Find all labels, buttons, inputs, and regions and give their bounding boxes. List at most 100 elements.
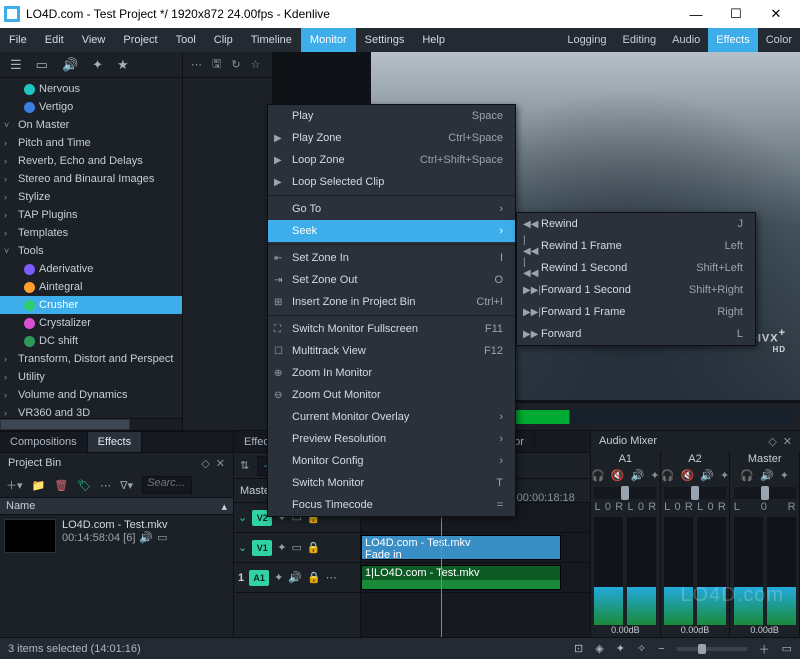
delete-icon[interactable]: 🗑 [54, 479, 68, 492]
save-icon[interactable]: 🖫 [212, 55, 221, 74]
zoom-in-icon[interactable]: ＋ [759, 641, 770, 657]
dots-icon[interactable]: ⋯ [100, 479, 111, 492]
tree-group[interactable]: ›Reverb, Echo and Delays [0, 152, 182, 170]
menu-view[interactable]: View [73, 28, 115, 52]
video-clip[interactable]: LO4D.com - Test.mkvFade in [361, 535, 561, 560]
bin-column-header[interactable]: Name▴ [0, 497, 233, 515]
layout-editing[interactable]: Editing [614, 28, 664, 52]
solo-icon[interactable]: 🔊 [700, 469, 714, 485]
headphone-icon[interactable]: 🎧 [591, 469, 605, 485]
maximize-button[interactable]: ☐ [716, 0, 756, 28]
menu-config[interactable]: Monitor Config› [268, 450, 515, 472]
track-header-a1[interactable]: 1A1✦🔊🔒⋯ [234, 563, 360, 593]
tree-item[interactable]: DC shift [0, 332, 182, 350]
layout-effects[interactable]: Effects [708, 28, 757, 52]
menu-zoom-in[interactable]: ⊕Zoom In Monitor [268, 362, 515, 384]
fit-icon[interactable]: ▭ [782, 642, 792, 655]
menu-fullscreen[interactable]: ⛶Switch Monitor FullscreenF11 [268, 318, 515, 340]
tree-group[interactable]: ›Pitch and Time [0, 134, 182, 152]
mute-icon[interactable]: 🔊 [760, 469, 774, 485]
tree-group[interactable]: ˅On Master [0, 116, 182, 134]
menu-seek[interactable]: Seek› [268, 220, 515, 242]
menu-zoom-out[interactable]: ⊖Zoom Out Monitor [268, 384, 515, 406]
menu-timeline[interactable]: Timeline [242, 28, 301, 52]
pan-slider[interactable] [664, 487, 726, 499]
undock-icon[interactable]: ◇ [201, 457, 209, 470]
wand-icon[interactable]: ✦ [274, 571, 283, 584]
effects-tree[interactable]: Nervous Vertigo ˅On Master ›Pitch and Ti… [0, 78, 182, 418]
tree-item[interactable]: Nervous [0, 80, 182, 98]
seek-fwd-frame[interactable]: ▶▶|Forward 1 FrameRight [517, 301, 755, 323]
tree-group[interactable]: ›Utility [0, 368, 182, 386]
tree-group-tools[interactable]: ˅Tools [0, 242, 182, 260]
tab-compositions[interactable]: Compositions [0, 432, 88, 452]
layout-audio[interactable]: Audio [664, 28, 708, 52]
menu-focus-tc[interactable]: Focus Timecode= [268, 494, 515, 516]
add-icon[interactable]: ＋▾ [6, 477, 23, 493]
list-icon[interactable]: ☰ [10, 57, 22, 73]
zoom-slider[interactable] [677, 647, 747, 651]
tree-item[interactable]: Aintegral [0, 278, 182, 296]
tab-effects[interactable]: Effects [88, 432, 142, 452]
menu-file[interactable]: File [0, 28, 36, 52]
menu-play[interactable]: PlaySpace [268, 105, 515, 127]
tree-group[interactable]: ›Stereo and Binaural Images [0, 170, 182, 188]
marker-icon[interactable]: ✦ [616, 642, 625, 655]
tree-item[interactable]: Vertigo [0, 98, 182, 116]
lock-icon[interactable]: ✧ [637, 642, 646, 655]
filter-icon[interactable]: ∇▾ [120, 479, 133, 492]
undock-icon[interactable]: ◇ [768, 435, 776, 448]
tag-icon[interactable]: ◈ [595, 642, 603, 655]
menu-zone-out[interactable]: ⇥Set Zone OutO [268, 269, 515, 291]
pan-slider[interactable] [594, 487, 656, 499]
menu-monitor[interactable]: Monitor [301, 28, 356, 52]
horizontal-scrollbar[interactable] [0, 418, 182, 430]
menu-insert-zone[interactable]: ⊞Insert Zone in Project BinCtrl+I [268, 291, 515, 313]
tree-item-crusher[interactable]: Crusher [0, 296, 182, 314]
minimize-button[interactable]: — [676, 0, 716, 28]
refresh-icon[interactable]: ↻ [231, 58, 240, 71]
menu-goto[interactable]: Go To› [268, 198, 515, 220]
tree-group[interactable]: ›TAP Plugins [0, 206, 182, 224]
tree-item[interactable]: Crystalizer [0, 314, 182, 332]
tree-group[interactable]: ›VR360 and 3D [0, 404, 182, 418]
fader[interactable] [627, 517, 656, 625]
wand-icon[interactable]: ✦ [277, 541, 286, 554]
menu-loop-clip[interactable]: ▶Loop Selected Clip [268, 171, 515, 193]
menu-clip[interactable]: Clip [205, 28, 242, 52]
audio-icon[interactable]: 🔊 [62, 57, 78, 73]
tree-group[interactable]: ›Volume and Dynamics [0, 386, 182, 404]
tree-group[interactable]: ›Transform, Distort and Perspect [0, 350, 182, 368]
wand-icon[interactable]: ✦ [92, 57, 103, 73]
rec-icon[interactable]: ✦ [720, 469, 729, 485]
tree-group[interactable]: ›Stylize [0, 188, 182, 206]
menu-edit[interactable]: Edit [36, 28, 73, 52]
seek-forward[interactable]: ▶▶ForwardL [517, 323, 755, 345]
star-icon[interactable]: ☆ [251, 58, 261, 71]
star-icon[interactable]: ★ [117, 57, 129, 73]
mute-icon[interactable]: 🔊 [288, 571, 302, 584]
mute-icon[interactable]: 🔇 [681, 469, 695, 485]
menu-overlay[interactable]: Current Monitor Overlay› [268, 406, 515, 428]
layout-logging[interactable]: Logging [559, 28, 614, 52]
bin-clip[interactable]: LO4D.com - Test.mkv 00:14:58:04 [6] 🔊 ▭ [4, 519, 229, 553]
snap-icon[interactable]: ⊡ [574, 642, 583, 655]
menu-preview-res[interactable]: Preview Resolution› [268, 428, 515, 450]
close-icon[interactable]: ✕ [216, 457, 225, 470]
close-button[interactable]: ✕ [756, 0, 796, 28]
seek-rewind[interactable]: ◀◀RewindJ [517, 213, 755, 235]
track-header-v1[interactable]: ⌄V1✦▭🔒 [234, 533, 360, 563]
seek-fwd-sec[interactable]: ▶▶|Forward 1 SecondShift+Right [517, 279, 755, 301]
audio-clip[interactable]: 1|LO4D.com - Test.mkv [361, 565, 561, 590]
rec-icon[interactable]: ✦ [780, 469, 789, 485]
headphone-icon[interactable]: 🎧 [740, 469, 754, 485]
pan-slider[interactable] [734, 487, 796, 499]
lock-icon[interactable]: 🔒 [307, 571, 321, 584]
track-tool-icon[interactable]: ⇅ [240, 459, 249, 472]
monitor-icon[interactable]: ▭ [36, 57, 48, 73]
menu-project[interactable]: Project [114, 28, 166, 52]
layout-color[interactable]: Color [758, 28, 800, 52]
dots-icon[interactable]: ⋯ [191, 58, 202, 71]
menu-tool[interactable]: Tool [167, 28, 205, 52]
menu-switch[interactable]: Switch MonitorT [268, 472, 515, 494]
